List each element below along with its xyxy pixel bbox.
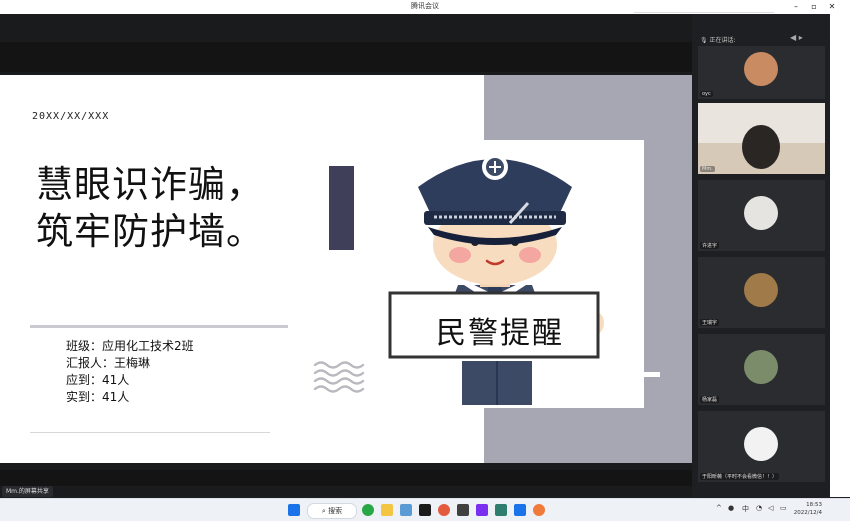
app-icon[interactable] — [419, 504, 431, 516]
app-icon[interactable] — [438, 504, 450, 516]
app-icon[interactable] — [476, 504, 488, 516]
participant-tile[interactable]: 许进宇 — [698, 180, 825, 251]
slide-accent-bar — [329, 166, 354, 250]
participant-name: 许进宇 — [700, 242, 720, 249]
speaking-indicator: 🎙 正在讲话: — [700, 35, 736, 44]
slide-date: 20XX/XX/XXX — [32, 111, 110, 122]
participant-name: oyc — [700, 91, 713, 97]
police-officer-illustration — [388, 154, 604, 405]
app-icon[interactable] — [457, 504, 469, 516]
tray-app-icon[interactable]: ● — [728, 504, 734, 512]
participant-name: 杨家磊 — [700, 396, 720, 403]
right-margin — [830, 14, 850, 497]
taskbar-clock[interactable]: 18:53 2022/12/4 — [790, 501, 822, 517]
avatar — [744, 273, 778, 307]
sign-text: 民警提醒 — [436, 316, 564, 351]
edge-icon[interactable] — [362, 504, 374, 516]
participant-tile[interactable]: 杨家磊 — [698, 334, 825, 405]
title-bar: 腾讯会议 – ▫ ✕ — [0, 0, 850, 14]
presentation-slide: 20XX/XX/XXX 慧眼识诈骗， 筑牢防护墙。 班级：应用化工技术2班 汇报… — [0, 75, 692, 463]
minimize-icon[interactable]: – — [786, 0, 806, 14]
tray-chevron-icon[interactable]: ^ — [716, 504, 722, 512]
headline-line-1: 慧眼识诈骗， — [36, 163, 264, 206]
letterbox-bottom — [0, 470, 692, 486]
close-icon[interactable]: ✕ — [822, 0, 842, 14]
shared-screen: 20XX/XX/XXX 慧眼识诈骗， 筑牢防护墙。 班级：应用化工技术2班 汇报… — [0, 14, 692, 497]
slide-decor-dash — [630, 372, 660, 377]
taskbar-search[interactable]: ⌕ 搜索 — [307, 503, 357, 519]
letterbox-top — [0, 42, 692, 72]
slide-headline: 慧眼识诈骗， 筑牢防护墙。 — [36, 161, 264, 255]
participant-video-tile[interactable]: Mm. — [698, 103, 825, 174]
taskbar: ⌕ 搜索 ^ ● 中 ◔ ◁ ▭ 18:53 2022/12/4 — [0, 498, 850, 521]
windows-start-icon[interactable] — [288, 504, 300, 516]
clock-date: 2022/12/4 — [793, 510, 822, 516]
speaking-label: 正在讲话: — [709, 37, 736, 44]
search-label: 搜索 — [328, 507, 343, 515]
participant-name: 王瑞宇 — [700, 319, 720, 326]
title-search-field[interactable] — [634, 1, 774, 13]
slide-info: 班级：应用化工技术2班 汇报人：王梅琳 应到：41人 实到：41人 — [66, 338, 194, 406]
screen-share-label: Mm.的屏幕共享 — [2, 486, 53, 497]
slide-divider — [30, 325, 288, 328]
sidebar-collapse-icon[interactable]: ◀ ▸ — [790, 33, 803, 42]
slide-bottom-line — [30, 432, 270, 433]
tencent-meeting-icon[interactable] — [514, 504, 526, 516]
info-present: 实到：41人 — [66, 390, 130, 404]
mic-icon: 🎙 — [700, 37, 708, 44]
search-icon: ⌕ — [321, 507, 326, 515]
participant-name: 于阳昕薇（平时不会看微信！！） — [700, 473, 780, 480]
avatar — [744, 427, 778, 461]
participant-tile[interactable]: 王瑞宇 — [698, 257, 825, 328]
clock-time: 18:53 — [806, 502, 822, 508]
app-icon[interactable] — [495, 504, 507, 516]
avatar — [744, 350, 778, 384]
wifi-icon[interactable]: ◔ — [756, 504, 762, 512]
app-icon[interactable] — [400, 504, 412, 516]
avatar — [744, 52, 778, 86]
maximize-icon[interactable]: ▫ — [804, 0, 824, 14]
info-class: 班级：应用化工技术2班 — [66, 339, 194, 353]
wave-decoration-icon — [313, 361, 365, 393]
info-reporter: 汇报人：王梅琳 — [66, 356, 151, 370]
participant-tile[interactable]: oyc — [698, 46, 825, 99]
avatar — [744, 196, 778, 230]
app-icon[interactable] — [533, 504, 545, 516]
info-expected: 应到：41人 — [66, 373, 130, 387]
participant-name: Mm. — [700, 166, 715, 172]
file-explorer-icon[interactable] — [381, 504, 393, 516]
battery-icon[interactable]: ▭ — [780, 504, 787, 512]
avatar — [742, 125, 780, 169]
participant-tile[interactable]: 于阳昕薇（平时不会看微信！！） — [698, 411, 825, 482]
ime-indicator[interactable]: 中 — [742, 504, 749, 514]
volume-icon[interactable]: ◁ — [768, 504, 773, 512]
headline-line-2: 筑牢防护墙。 — [36, 210, 264, 253]
